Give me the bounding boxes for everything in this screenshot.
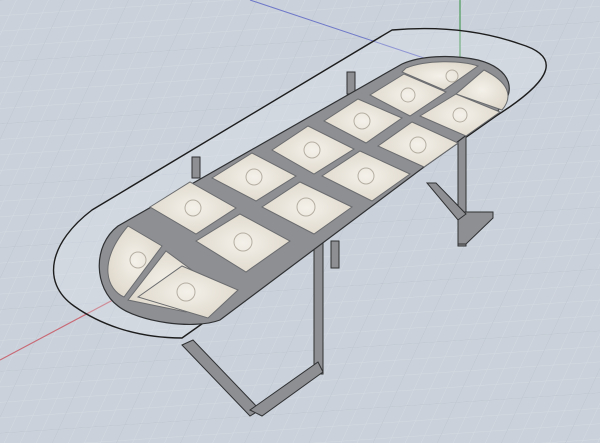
viewport-canvas[interactable] xyxy=(0,0,600,443)
3d-viewport[interactable] xyxy=(0,0,600,443)
